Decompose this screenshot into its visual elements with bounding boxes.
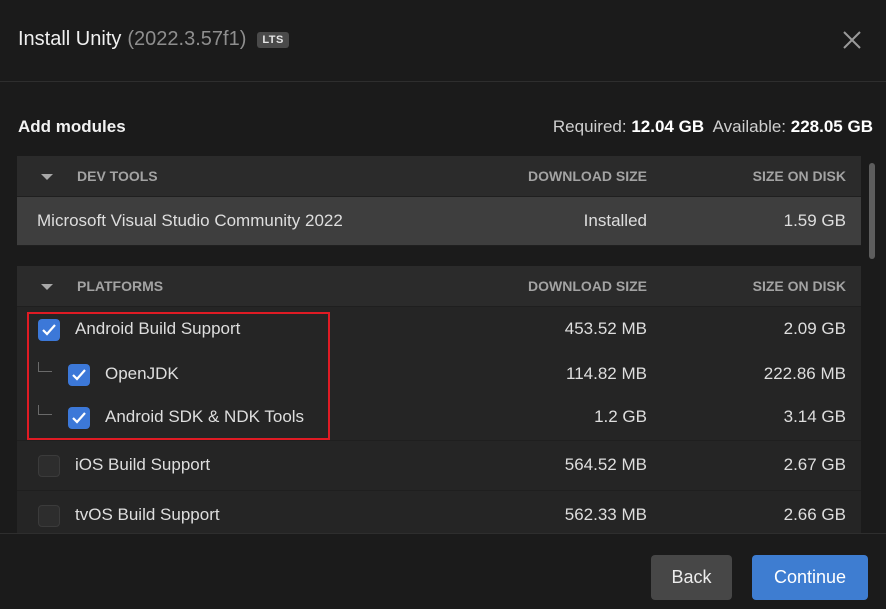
dialog-title: Install Unity (2022.3.57f1) LTS [18, 28, 289, 51]
module-download-size: 114.82 MB [566, 364, 647, 383]
module-label: Android SDK & NDK Tools [105, 407, 305, 426]
section-name: PLATFORMS [77, 278, 164, 294]
available-value: 228.05 GB [790, 117, 873, 136]
checkmark-icon [72, 412, 86, 424]
checkbox-android-build-support[interactable] [38, 319, 60, 341]
required-label: Required: [552, 117, 627, 136]
disk-space-info: Required: 12.04 GB Available: 228.05 GB [553, 117, 873, 137]
module-download-size: 453.52 MB [564, 319, 647, 338]
module-row-tvos-build-support[interactable]: tvOS Build Support 562.33 MB 2.66 GB [17, 491, 861, 534]
add-modules-heading: Add modules [18, 117, 126, 136]
module-size-on-disk: 1.59 GB [783, 211, 846, 230]
checkbox-ios-build-support[interactable] [38, 455, 60, 477]
module-size-on-disk: 2.09 GB [783, 319, 846, 338]
dialog-header: Install Unity (2022.3.57f1) LTS [0, 0, 886, 82]
back-button[interactable]: Back [651, 555, 732, 600]
tree-connector [38, 405, 52, 415]
modules-list[interactable]: DEV TOOLS DOWNLOAD SIZE SIZE ON DISK Mic… [17, 156, 861, 534]
module-size-on-disk: 2.67 GB [783, 455, 846, 474]
checkmark-icon [72, 369, 86, 381]
module-download-size: 564.52 MB [564, 455, 647, 474]
module-row-visual-studio: Microsoft Visual Studio Community 2022 I… [17, 197, 861, 246]
module-row-android-build-support[interactable]: Android Build Support 453.52 MB 2.09 GB [17, 307, 861, 352]
close-button[interactable] [840, 28, 864, 52]
checkbox-openjdk[interactable] [68, 364, 90, 386]
module-label: OpenJDK [105, 364, 179, 383]
section-name: DEV TOOLS [77, 168, 158, 184]
column-size-on-disk: SIZE ON DISK [752, 168, 846, 184]
section-platforms: PLATFORMS DOWNLOAD SIZE SIZE ON DISK And… [17, 266, 861, 534]
available-label: Available: [712, 117, 787, 136]
lts-badge: LTS [257, 31, 289, 48]
title-text: Install Unity [18, 28, 122, 50]
module-row-android-sdk-ndk[interactable]: Android SDK & NDK Tools 1.2 GB 3.14 GB [17, 397, 861, 441]
scrollbar-thumb[interactable] [869, 163, 875, 259]
module-label: tvOS Build Support [75, 505, 220, 524]
checkbox-android-sdk-ndk[interactable] [68, 407, 90, 429]
checkmark-icon [42, 324, 56, 336]
section-header-platforms[interactable]: PLATFORMS DOWNLOAD SIZE SIZE ON DISK [17, 266, 861, 307]
module-size-on-disk: 2.66 GB [783, 505, 846, 524]
module-download-size: Installed [583, 211, 647, 230]
required-value: 12.04 GB [631, 117, 705, 136]
module-size-on-disk: 3.14 GB [783, 407, 846, 426]
module-size-on-disk: 222.86 MB [763, 364, 846, 383]
checkbox-tvos-build-support[interactable] [38, 505, 60, 527]
module-label: Android Build Support [75, 319, 241, 338]
section-header-dev-tools[interactable]: DEV TOOLS DOWNLOAD SIZE SIZE ON DISK [17, 156, 861, 197]
close-icon [843, 31, 861, 49]
module-row-ios-build-support[interactable]: iOS Build Support 564.52 MB 2.67 GB [17, 441, 861, 491]
tree-connector [38, 362, 52, 372]
module-download-size: 1.2 GB [594, 407, 647, 426]
install-unity-dialog: Install Unity (2022.3.57f1) LTS Add modu… [0, 0, 886, 609]
chevron-down-icon[interactable] [41, 284, 53, 290]
column-download-size: DOWNLOAD SIZE [528, 278, 647, 294]
version-text: (2022.3.57f1) [127, 28, 247, 50]
column-download-size: DOWNLOAD SIZE [528, 168, 647, 184]
chevron-down-icon[interactable] [41, 174, 53, 180]
module-download-size: 562.33 MB [564, 505, 647, 524]
column-size-on-disk: SIZE ON DISK [752, 278, 846, 294]
continue-button[interactable]: Continue [752, 555, 868, 600]
section-dev-tools: DEV TOOLS DOWNLOAD SIZE SIZE ON DISK Mic… [17, 156, 861, 246]
dialog-footer: Back Continue [0, 533, 886, 609]
module-row-openjdk[interactable]: OpenJDK 114.82 MB 222.86 MB [17, 352, 861, 397]
module-label: iOS Build Support [75, 455, 211, 474]
module-label: Microsoft Visual Studio Community 2022 [37, 211, 343, 230]
